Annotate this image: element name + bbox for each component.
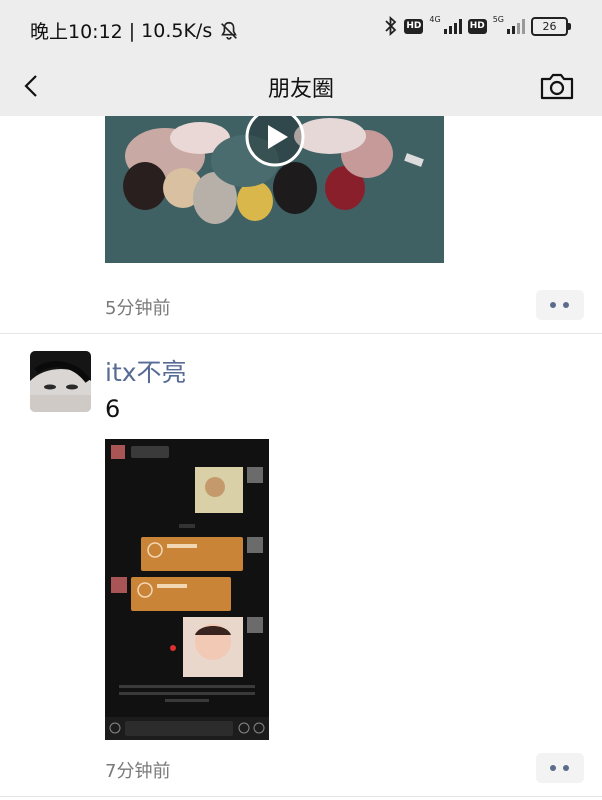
- post-username[interactable]: itx不亮: [105, 353, 187, 389]
- post-text: 6: [105, 395, 121, 423]
- status-bar: 晚上10:12 | 10.5K/s HD 4G HD 5G 26: [0, 0, 602, 58]
- network-type-2: 5G: [492, 14, 504, 24]
- divider: [0, 796, 602, 797]
- play-icon[interactable]: [244, 116, 306, 168]
- avatar[interactable]: [30, 351, 91, 412]
- battery-icon: 26: [531, 16, 571, 36]
- more-icon[interactable]: [536, 290, 584, 320]
- post-image[interactable]: [105, 439, 269, 740]
- more-icon[interactable]: [536, 753, 584, 783]
- signal-icon-2: [507, 18, 525, 34]
- status-net-speed: 10.5K/s: [141, 19, 213, 42]
- hd-badge-2: HD: [467, 18, 487, 34]
- status-right: HD 4G HD 5G 26: [384, 14, 571, 36]
- signal-icon: [443, 18, 462, 34]
- status-separator: |: [128, 19, 136, 42]
- page-title: 朋友圈: [267, 77, 334, 102]
- post-timestamp: 7分钟前: [105, 761, 171, 782]
- network-type-1: 4G: [429, 14, 441, 24]
- nav-bar: 朋友圈: [0, 58, 602, 116]
- status-left: 晚上10:12 | 10.5K/s: [30, 17, 240, 44]
- divider: [0, 333, 602, 334]
- camera-icon[interactable]: [538, 68, 576, 104]
- hd-badge-1: HD: [404, 18, 424, 34]
- post-timestamp: 5分钟前: [105, 298, 171, 319]
- mute-icon: [221, 21, 238, 40]
- post-image-content: [105, 439, 269, 740]
- video-thumbnail[interactable]: [105, 116, 444, 263]
- bluetooth-icon: [385, 16, 397, 36]
- status-time: 晚上10:12: [30, 21, 123, 43]
